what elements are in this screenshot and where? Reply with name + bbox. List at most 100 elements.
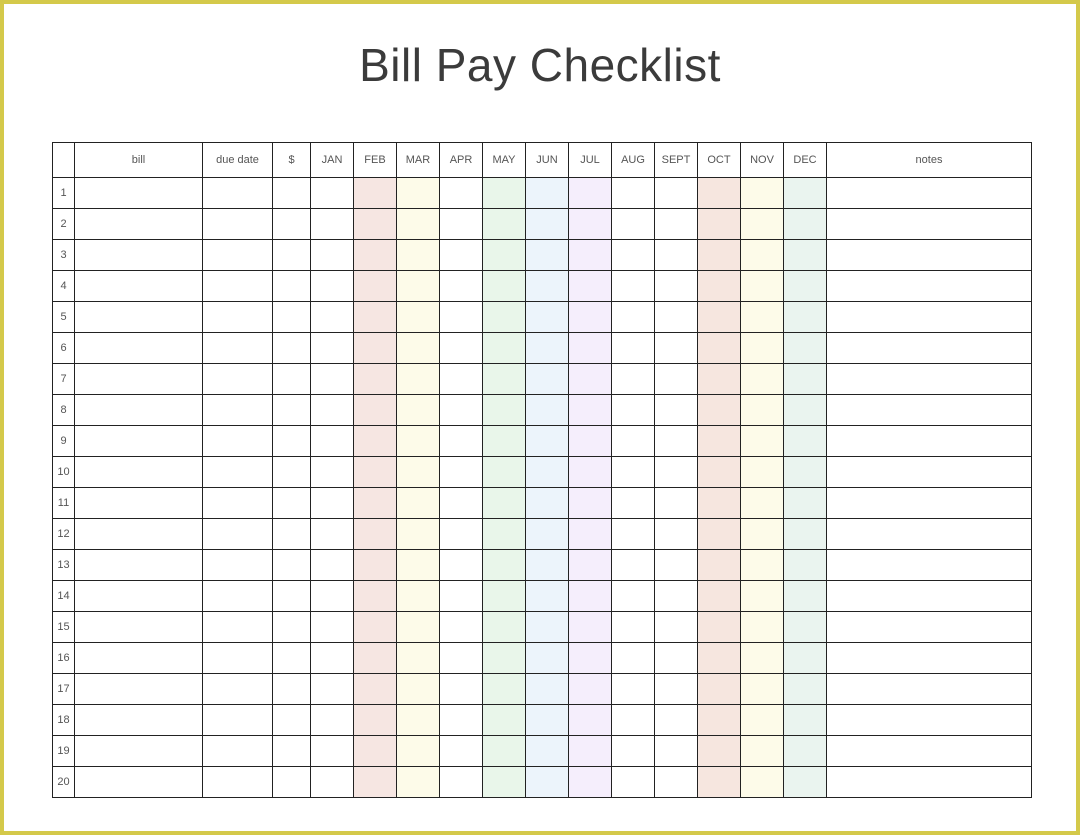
cell-month[interactable]: [354, 426, 397, 457]
cell-month[interactable]: [397, 550, 440, 581]
cell-amount[interactable]: [273, 519, 311, 550]
cell-month[interactable]: [741, 643, 784, 674]
cell-month[interactable]: [440, 240, 483, 271]
cell-month[interactable]: [526, 302, 569, 333]
cell-month[interactable]: [655, 240, 698, 271]
cell-notes[interactable]: [827, 488, 1032, 519]
cell-month[interactable]: [698, 736, 741, 767]
cell-due-date[interactable]: [203, 581, 273, 612]
cell-month[interactable]: [784, 705, 827, 736]
cell-due-date[interactable]: [203, 736, 273, 767]
cell-amount[interactable]: [273, 767, 311, 798]
cell-month[interactable]: [526, 271, 569, 302]
cell-month[interactable]: [569, 271, 612, 302]
cell-month[interactable]: [397, 302, 440, 333]
cell-month[interactable]: [483, 736, 526, 767]
cell-notes[interactable]: [827, 674, 1032, 705]
cell-month[interactable]: [655, 333, 698, 364]
cell-month[interactable]: [483, 550, 526, 581]
cell-month[interactable]: [440, 178, 483, 209]
cell-amount[interactable]: [273, 674, 311, 705]
cell-amount[interactable]: [273, 612, 311, 643]
cell-bill[interactable]: [75, 457, 203, 488]
cell-month[interactable]: [741, 178, 784, 209]
cell-amount[interactable]: [273, 178, 311, 209]
cell-month[interactable]: [483, 364, 526, 395]
cell-month[interactable]: [741, 395, 784, 426]
cell-due-date[interactable]: [203, 333, 273, 364]
cell-month[interactable]: [655, 364, 698, 395]
cell-amount[interactable]: [273, 209, 311, 240]
cell-month[interactable]: [698, 674, 741, 705]
cell-month[interactable]: [526, 240, 569, 271]
cell-month[interactable]: [483, 457, 526, 488]
cell-month[interactable]: [612, 519, 655, 550]
cell-month[interactable]: [612, 426, 655, 457]
cell-month[interactable]: [741, 488, 784, 519]
cell-month[interactable]: [526, 178, 569, 209]
cell-month[interactable]: [311, 302, 354, 333]
cell-month[interactable]: [612, 674, 655, 705]
cell-month[interactable]: [655, 612, 698, 643]
cell-bill[interactable]: [75, 364, 203, 395]
cell-month[interactable]: [526, 457, 569, 488]
cell-bill[interactable]: [75, 612, 203, 643]
cell-due-date[interactable]: [203, 674, 273, 705]
cell-bill[interactable]: [75, 488, 203, 519]
cell-month[interactable]: [397, 364, 440, 395]
cell-month[interactable]: [440, 736, 483, 767]
cell-month[interactable]: [741, 426, 784, 457]
cell-month[interactable]: [354, 209, 397, 240]
cell-month[interactable]: [784, 178, 827, 209]
cell-notes[interactable]: [827, 209, 1032, 240]
cell-month[interactable]: [741, 209, 784, 240]
cell-month[interactable]: [698, 302, 741, 333]
cell-month[interactable]: [311, 736, 354, 767]
cell-month[interactable]: [354, 488, 397, 519]
cell-month[interactable]: [354, 550, 397, 581]
cell-bill[interactable]: [75, 178, 203, 209]
cell-month[interactable]: [612, 302, 655, 333]
cell-month[interactable]: [569, 395, 612, 426]
cell-due-date[interactable]: [203, 488, 273, 519]
cell-notes[interactable]: [827, 550, 1032, 581]
cell-month[interactable]: [569, 612, 612, 643]
cell-month[interactable]: [741, 767, 784, 798]
cell-notes[interactable]: [827, 643, 1032, 674]
cell-month[interactable]: [354, 240, 397, 271]
cell-due-date[interactable]: [203, 426, 273, 457]
cell-month[interactable]: [698, 395, 741, 426]
cell-month[interactable]: [311, 426, 354, 457]
cell-month[interactable]: [569, 457, 612, 488]
cell-month[interactable]: [612, 488, 655, 519]
cell-month[interactable]: [483, 426, 526, 457]
cell-amount[interactable]: [273, 240, 311, 271]
cell-amount[interactable]: [273, 581, 311, 612]
cell-month[interactable]: [483, 612, 526, 643]
cell-month[interactable]: [354, 643, 397, 674]
cell-month[interactable]: [483, 302, 526, 333]
cell-amount[interactable]: [273, 395, 311, 426]
cell-month[interactable]: [741, 457, 784, 488]
cell-month[interactable]: [698, 364, 741, 395]
cell-month[interactable]: [311, 240, 354, 271]
cell-month[interactable]: [311, 271, 354, 302]
cell-month[interactable]: [397, 178, 440, 209]
cell-month[interactable]: [698, 643, 741, 674]
cell-month[interactable]: [741, 705, 784, 736]
cell-notes[interactable]: [827, 178, 1032, 209]
cell-month[interactable]: [784, 333, 827, 364]
cell-month[interactable]: [655, 550, 698, 581]
cell-due-date[interactable]: [203, 302, 273, 333]
cell-month[interactable]: [311, 457, 354, 488]
cell-month[interactable]: [483, 767, 526, 798]
cell-bill[interactable]: [75, 209, 203, 240]
cell-amount[interactable]: [273, 302, 311, 333]
cell-month[interactable]: [440, 457, 483, 488]
cell-month[interactable]: [311, 581, 354, 612]
cell-month[interactable]: [397, 457, 440, 488]
cell-month[interactable]: [483, 333, 526, 364]
cell-month[interactable]: [741, 302, 784, 333]
cell-month[interactable]: [655, 457, 698, 488]
cell-due-date[interactable]: [203, 240, 273, 271]
